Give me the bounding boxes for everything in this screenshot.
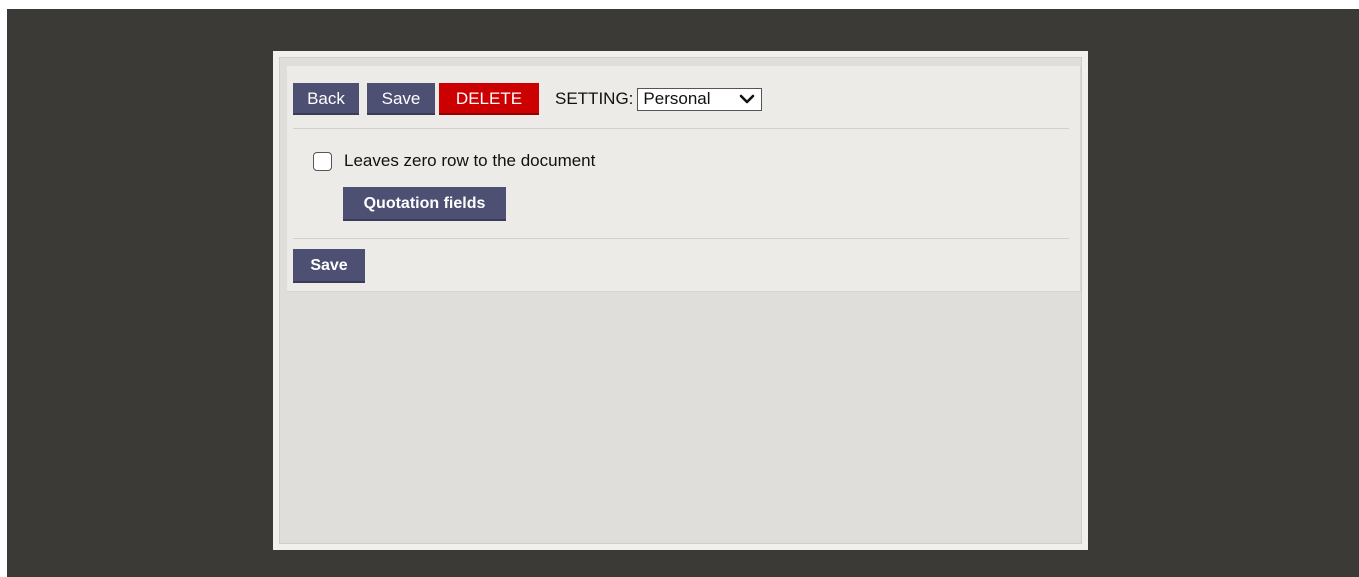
toolbar: Back Save DELETE SETTING: Personal (293, 83, 763, 115)
setting-select[interactable]: Personal (637, 87, 763, 111)
settings-form: Back Save DELETE SETTING: Personal Leave… (287, 66, 1081, 292)
zero-row-checkbox[interactable] (313, 151, 332, 171)
setting-label: SETTING: (555, 89, 634, 108)
save-button-bottom[interactable]: Save (293, 249, 365, 283)
save-button[interactable]: Save (367, 83, 435, 115)
zero-row-label: Leaves zero row to the document (344, 151, 596, 170)
chevron-down-icon (740, 94, 755, 103)
delete-button[interactable]: DELETE (439, 83, 539, 115)
divider (293, 128, 1069, 129)
settings-dialog: Back Save DELETE SETTING: Personal Leave… (273, 51, 1088, 550)
quotation-fields-button[interactable]: Quotation fields (343, 187, 506, 221)
dialog-body: Back Save DELETE SETTING: Personal Leave… (279, 57, 1082, 544)
back-button[interactable]: Back (293, 83, 359, 115)
zero-row-option[interactable]: Leaves zero row to the document (313, 151, 595, 171)
setting-select-value: Personal (643, 89, 711, 108)
divider (293, 238, 1069, 239)
